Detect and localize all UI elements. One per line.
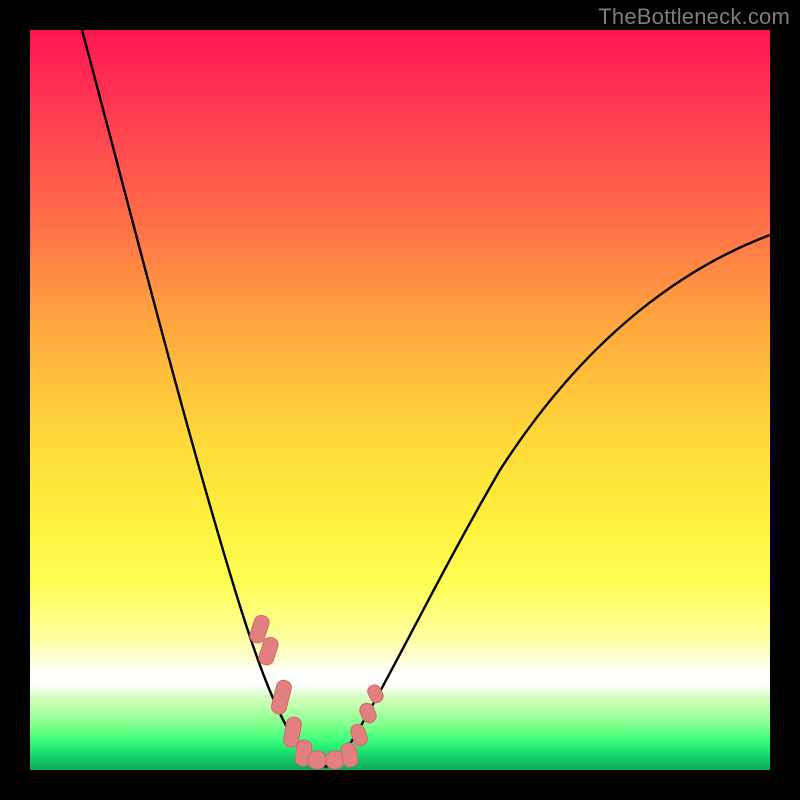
curve-right-branch — [338, 235, 770, 762]
marker-group — [248, 614, 385, 769]
plot-area — [30, 30, 770, 770]
curve-layer — [30, 30, 770, 770]
outer-frame: TheBottleneck.com — [0, 0, 800, 800]
watermark-text: TheBottleneck.com — [598, 4, 790, 30]
